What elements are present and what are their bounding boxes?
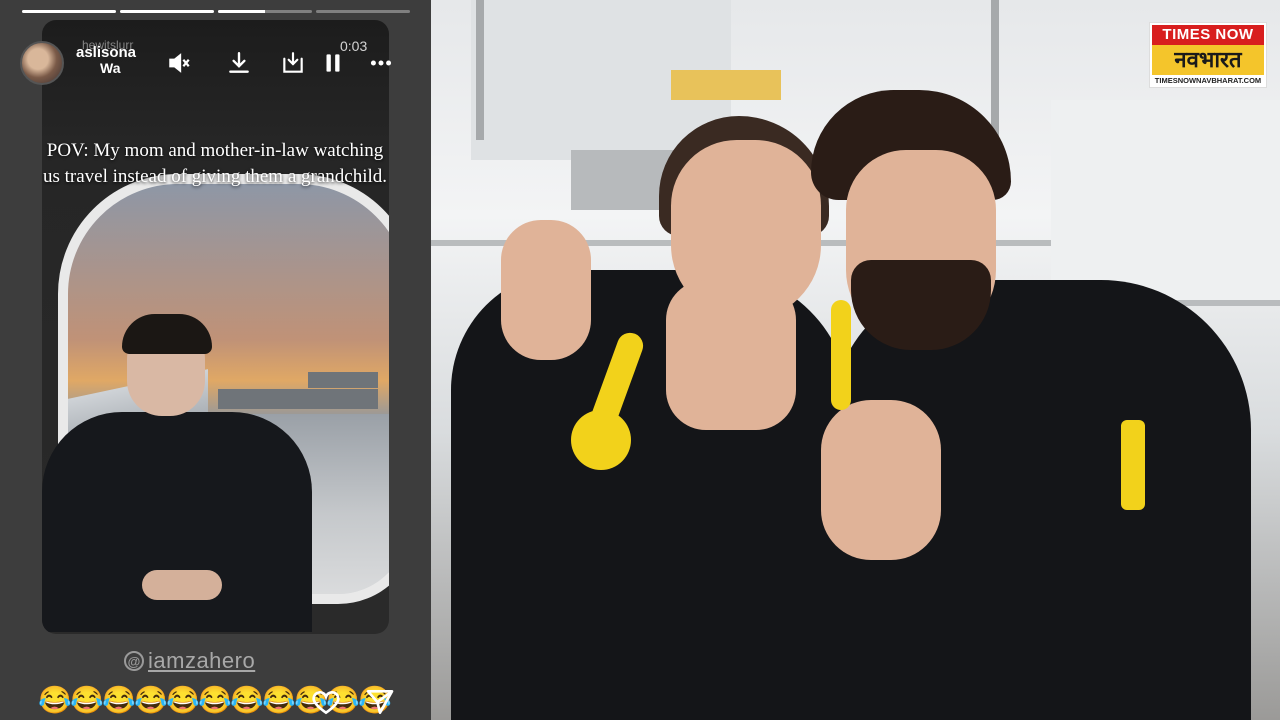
logo-hindi: नवभारत: [1152, 45, 1264, 75]
audio-label: Wa: [100, 60, 121, 76]
speaker-muted-icon[interactable]: [164, 48, 194, 78]
more-options-icon[interactable]: [366, 48, 396, 78]
reaction-emoji[interactable]: 😂: [230, 684, 264, 716]
story-viewer: POV: My mom and mother-in-law watching u…: [0, 0, 431, 720]
story-progress: [22, 10, 410, 13]
progress-segment-4: [316, 10, 410, 13]
background-sign: [671, 70, 781, 100]
progress-segment-1: [22, 10, 116, 13]
man-hair: [122, 314, 212, 354]
mention-sticker[interactable]: @ iamzahero: [124, 648, 255, 674]
pause-icon[interactable]: [318, 48, 348, 78]
reaction-emoji[interactable]: 😂: [102, 684, 136, 716]
quick-reactions: 😂 😂 😂 😂 😂 😂 😂 😂 😂 😂 😂: [38, 684, 398, 718]
story-header: hewitslurr aslisona Wa 0:03: [20, 38, 415, 88]
heart-icon[interactable]: [310, 686, 342, 718]
progress-segment-2: [120, 10, 214, 13]
bcd-strap: [1121, 420, 1145, 510]
logo-url: TIMESNOWNAVBHARAT.COM: [1154, 76, 1262, 85]
reaction-emoji[interactable]: 😂: [70, 684, 104, 716]
neck: [666, 280, 796, 430]
regulator-hose: [831, 300, 851, 410]
save-to-device-icon[interactable]: [278, 48, 308, 78]
man-diver: [791, 90, 1280, 720]
username[interactable]: aslisona: [76, 44, 136, 61]
reaction-emoji[interactable]: 😂: [38, 684, 72, 716]
reaction-emoji[interactable]: 😂: [166, 684, 200, 716]
progress-segment-3: [218, 10, 312, 13]
download-icon[interactable]: [224, 48, 254, 78]
man-hands: [142, 570, 222, 600]
ok-hand: [501, 220, 591, 360]
threads-icon: @: [124, 651, 144, 671]
terminal-building-2: [308, 372, 378, 388]
avatar[interactable]: [20, 41, 64, 85]
reaction-emoji[interactable]: 😂: [134, 684, 168, 716]
reaction-emoji[interactable]: 😂: [262, 684, 296, 716]
times-now-navbharat-logo: TIMES NOW नवभारत TIMESNOWNAVBHARAT.COM: [1149, 22, 1267, 88]
send-icon[interactable]: [364, 686, 396, 718]
story-caption: POV: My mom and mother-in-law watching u…: [42, 140, 388, 187]
story-video[interactable]: [42, 20, 389, 634]
man-in-suit: [42, 314, 312, 634]
logo-brand: TIMES NOW: [1152, 25, 1264, 45]
reaction-emoji[interactable]: 😂: [198, 684, 232, 716]
ok-hand: [821, 400, 941, 560]
photo-divers: [431, 0, 1280, 720]
mention-username: iamzahero: [148, 648, 256, 673]
regulator: [571, 410, 631, 470]
